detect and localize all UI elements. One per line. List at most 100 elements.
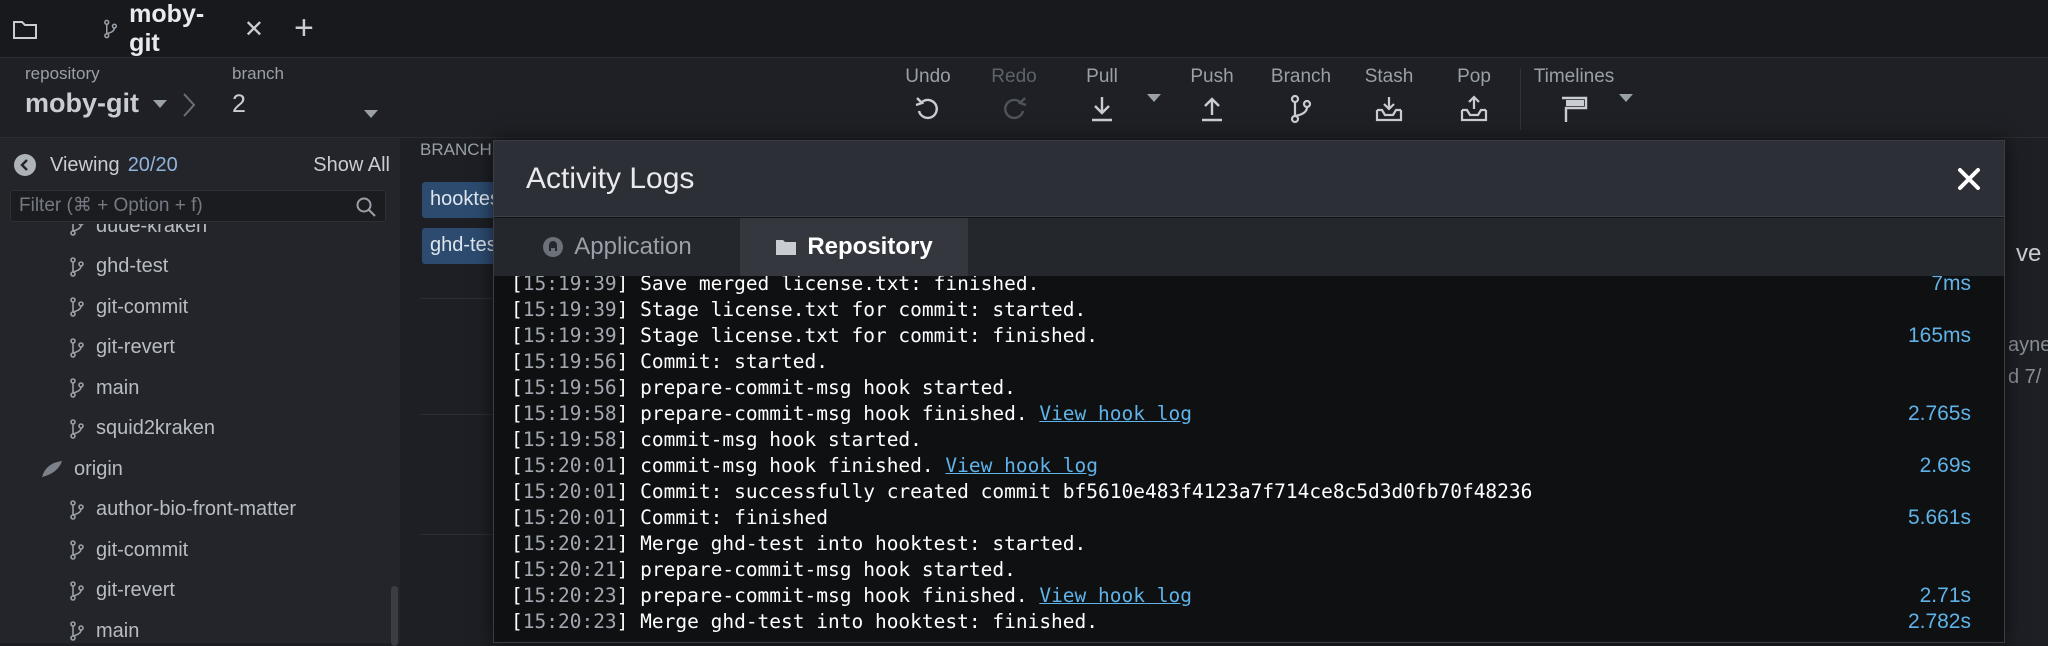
push-button[interactable]: Push <box>1182 66 1242 129</box>
branch-item[interactable]: main <box>0 368 390 408</box>
graph-column-header: BRANCH <box>420 140 492 159</box>
redo-label: Redo <box>991 66 1037 87</box>
branch-icon <box>70 580 84 601</box>
log-duration: 165ms <box>1907 324 1971 347</box>
log-message: commit-msg hook started. <box>640 428 922 451</box>
tree-item-label: git-commit <box>96 538 189 561</box>
log-timestamp: 15:19:39 <box>522 324 617 347</box>
branch-item[interactable]: dude-kraken <box>0 224 390 246</box>
log-message: Commit: finished <box>640 506 828 529</box>
pop-button[interactable]: Pop <box>1444 66 1504 129</box>
branch-item[interactable]: git-commit <box>0 287 390 327</box>
view-hook-log-link[interactable]: View hook log <box>945 454 1098 477</box>
close-icon[interactable] <box>1953 163 1985 195</box>
repository-selector[interactable]: repository moby-git <box>25 64 167 119</box>
remote-item[interactable]: origin <box>0 449 390 489</box>
timestamp-bracket: [ <box>511 276 523 295</box>
branch-icon <box>70 418 84 439</box>
timestamp-bracket: ] <box>616 402 641 425</box>
branch-item[interactable]: git-revert <box>0 328 390 368</box>
gitkraken-icon <box>543 237 564 257</box>
branch-icon <box>70 540 84 560</box>
timestamp-bracket: ] <box>616 480 641 503</box>
timelines-button[interactable]: Timelines <box>1532 66 1616 129</box>
tab-application-label: Application <box>574 233 692 260</box>
branch-tree: dude-kraken ghd-test git-commit git-revert m… <box>0 224 390 644</box>
log-timestamp: 15:19:39 <box>522 276 617 295</box>
pull-options-chevron-icon[interactable] <box>1147 94 1161 102</box>
log-duration: 2.69s <box>1919 454 1971 477</box>
toolbar-divider <box>1520 68 1521 130</box>
branch-item[interactable]: main <box>0 611 390 644</box>
tab-repository-label: Repository <box>807 233 933 260</box>
log-entry: [15:19:56] prepare-commit-msg hook start… <box>511 376 1971 402</box>
view-hook-log-link[interactable]: View hook log <box>1039 584 1192 607</box>
tab-application[interactable]: Application <box>494 218 740 276</box>
redo-button[interactable]: Redo <box>984 66 1044 129</box>
back-arrow-icon[interactable] <box>14 154 36 176</box>
push-icon <box>1202 97 1222 122</box>
log-message: commit-msg hook finished. <box>640 454 934 477</box>
tab-label: moby-git <box>129 0 205 57</box>
view-hook-log-link[interactable]: View hook log <box>1039 402 1192 425</box>
log-timestamp: 15:20:01 <box>522 454 617 477</box>
viewing-row: Viewing 20/20 Show All <box>14 148 390 182</box>
branch-chip-ghd-test[interactable]: ghd-test <box>422 228 502 264</box>
timestamp-bracket: [ <box>511 610 523 633</box>
branch-icon <box>104 19 118 39</box>
pop-icon <box>1460 95 1488 122</box>
filter-field[interactable] <box>10 190 386 222</box>
folder-icon[interactable] <box>12 16 38 42</box>
branch-chip-hooktest[interactable]: hooktest <box>422 182 502 218</box>
sidebar-scrollbar[interactable] <box>391 586 398 646</box>
log-timestamp: 15:20:23 <box>522 584 617 607</box>
timestamp-bracket: [ <box>511 376 523 399</box>
viewing-count: 20/20 <box>127 153 178 176</box>
timestamp-bracket: ] <box>616 506 641 529</box>
branch-label: branch <box>232 64 284 83</box>
timestamp-bracket: ] <box>616 610 641 633</box>
log-list: [15:19:39] Save merged license.txt: fini… <box>494 276 2004 642</box>
log-entry: [15:19:39] Stage license.txt for commit:… <box>511 324 1971 350</box>
add-tab-button[interactable]: + <box>294 10 314 46</box>
chevron-down-icon <box>153 99 167 108</box>
branch-item[interactable]: git-revert <box>0 571 390 611</box>
log-message: Merge ghd-test into hooktest: finished. <box>640 610 1099 633</box>
repository-label: repository <box>25 64 100 83</box>
branch-item[interactable]: git-commit <box>0 530 390 570</box>
log-entry: [15:20:23] Merge ghd-test into hooktest:… <box>511 610 1971 636</box>
branch-item[interactable]: squid2kraken <box>0 409 390 449</box>
timelines-options-chevron-icon[interactable] <box>1619 94 1633 102</box>
tab-repository[interactable]: Repository <box>740 218 968 276</box>
pull-label: Pull <box>1086 66 1118 87</box>
log-entry: [15:20:01] Commit: successfully created … <box>511 480 1971 506</box>
timelines-label: Timelines <box>1533 66 1615 87</box>
close-tab-icon[interactable]: ✕ <box>244 15 264 44</box>
timestamp-bracket: [ <box>511 428 523 451</box>
repo-tab[interactable]: moby-git ✕ <box>92 0 264 57</box>
timestamp-bracket: ] <box>616 558 641 581</box>
log-timestamp: 15:19:58 <box>522 402 617 425</box>
log-timestamp: 15:19:58 <box>522 428 617 451</box>
log-message: Stage license.txt for commit: started. <box>640 298 1087 321</box>
branch-button[interactable]: Branch <box>1265 66 1337 129</box>
branch-icon <box>70 621 84 641</box>
log-timestamp: 15:20:01 <box>522 480 617 503</box>
timestamp-bracket: ] <box>616 276 641 295</box>
pull-button[interactable]: Pull <box>1072 66 1132 129</box>
commit-panel-peek: ve <box>2016 240 2042 267</box>
log-timestamp: 15:20:21 <box>522 558 617 581</box>
filter-input[interactable] <box>11 191 385 221</box>
show-all-button[interactable]: Show All <box>313 154 390 177</box>
chevron-down-icon <box>364 110 378 118</box>
undo-button[interactable]: Undo <box>898 66 958 129</box>
stash-button[interactable]: Stash <box>1358 66 1420 129</box>
timestamp-bracket: [ <box>511 324 523 347</box>
branch-item[interactable]: author-bio-front-matter <box>0 490 390 530</box>
log-entry: [15:19:58] commit-msg hook started. <box>511 428 1971 454</box>
undo-icon <box>915 97 938 120</box>
sidebar: Viewing 20/20 Show All dude-kraken ghd-te… <box>0 138 400 646</box>
branch-selector[interactable]: branch 2 <box>232 64 382 119</box>
tab-bar: moby-git ✕ + <box>0 0 2048 58</box>
branch-item[interactable]: ghd-test <box>0 247 390 287</box>
